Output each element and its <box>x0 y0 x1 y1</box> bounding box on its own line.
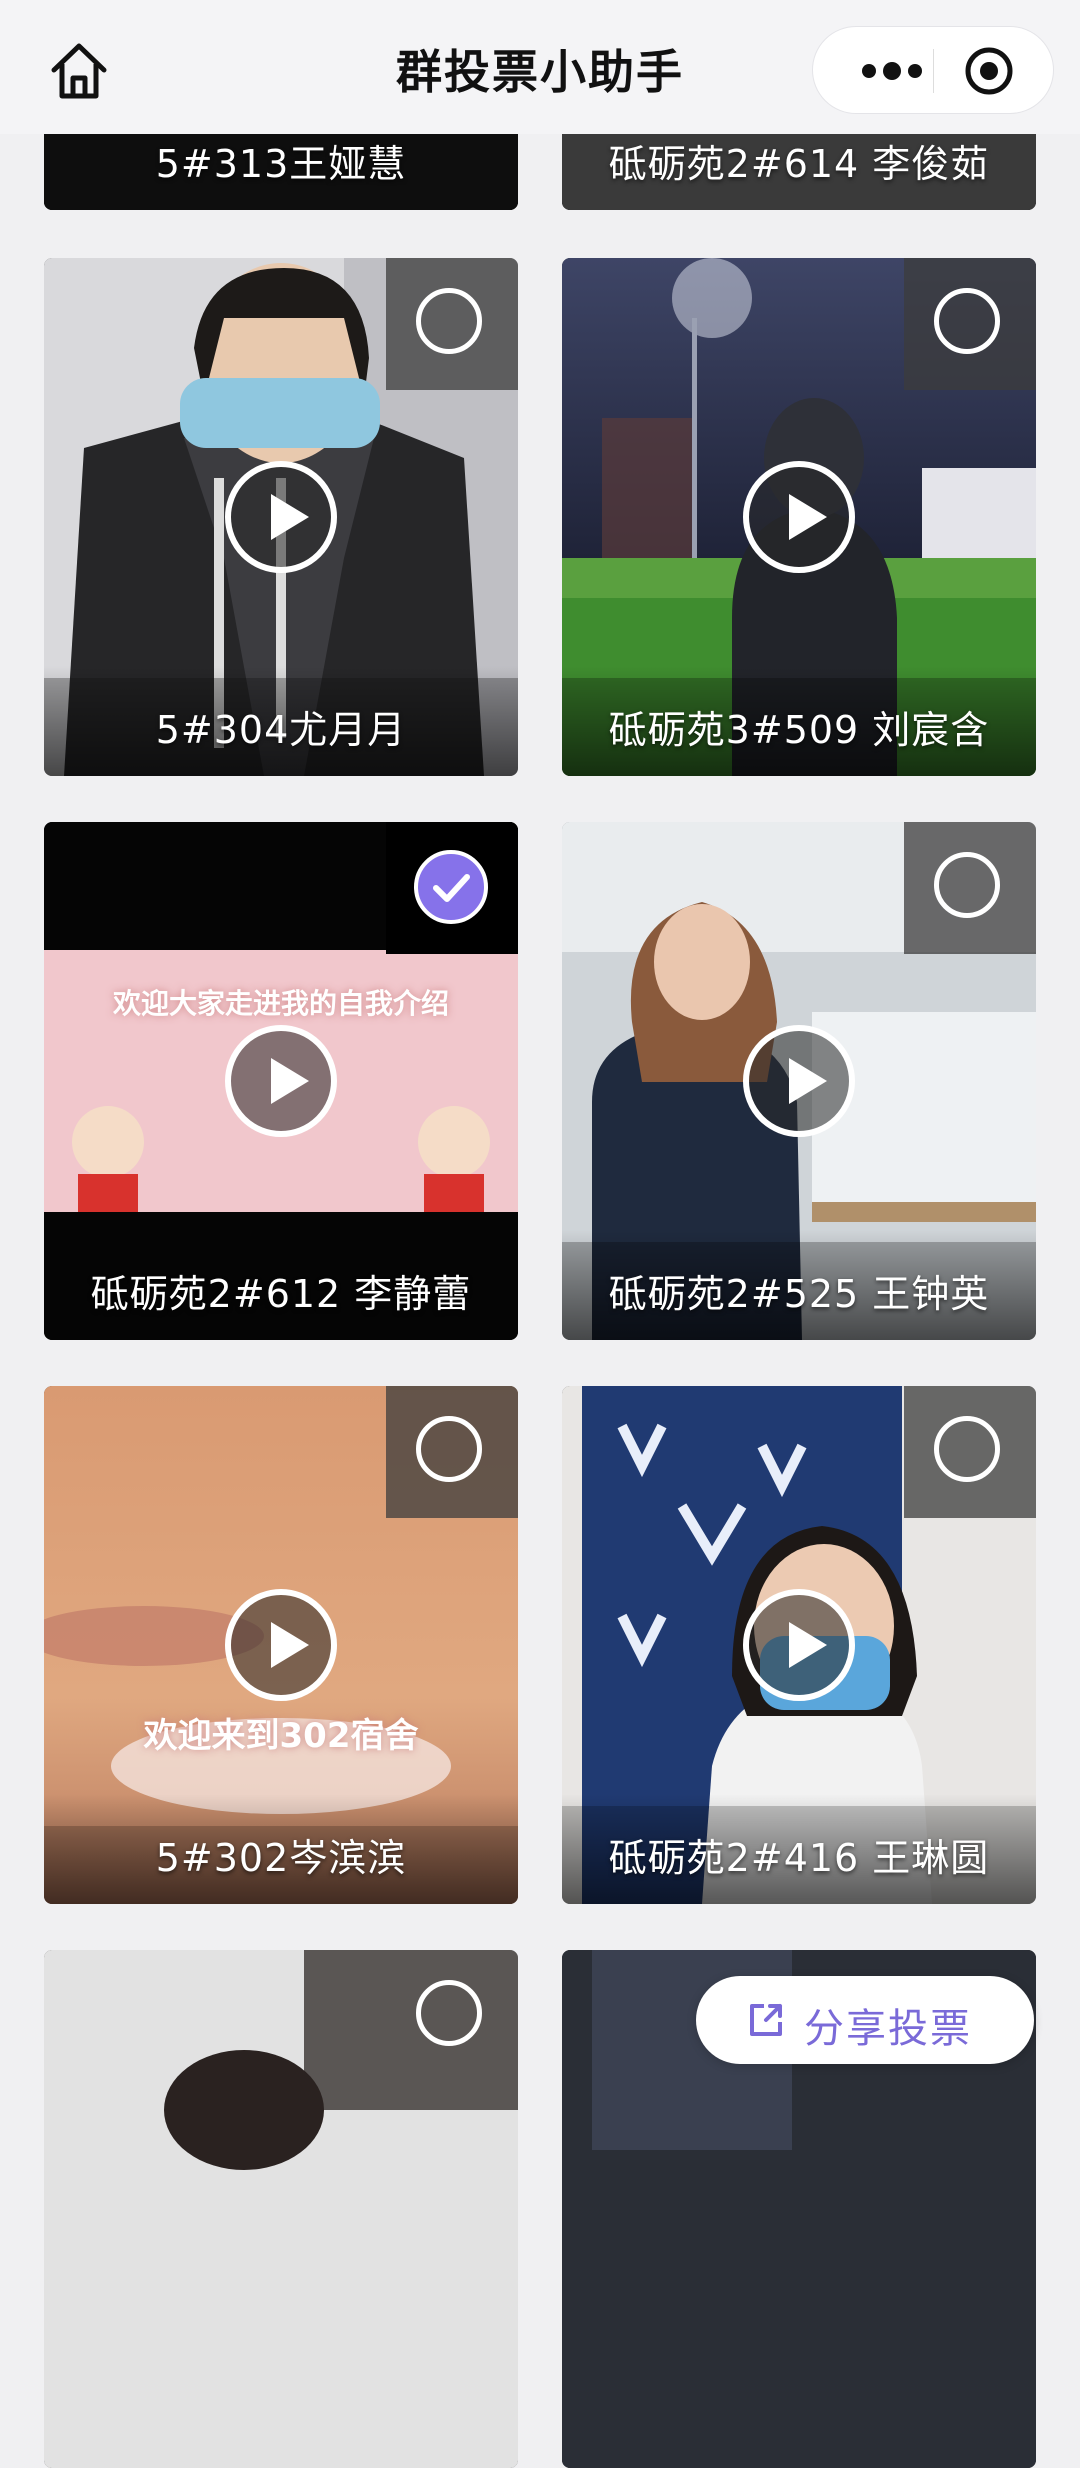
vote-select-toggle[interactable] <box>386 1950 518 2082</box>
candidate-card[interactable]: 欢迎大家走进我的自我介绍 砥砺苑2#612 李静蕾 <box>44 822 518 1340</box>
more-dots-icon[interactable] <box>847 53 937 89</box>
candidate-card[interactable]: 砥砺苑2#525 王钟英 <box>562 822 1036 1340</box>
vote-select-toggle[interactable] <box>386 1386 518 1518</box>
unchecked-circle-icon <box>416 1980 482 2046</box>
checked-icon <box>414 850 488 924</box>
capsule-divider <box>933 49 934 93</box>
play-icon[interactable] <box>225 461 337 573</box>
vote-select-toggle[interactable] <box>386 822 518 954</box>
vote-select-toggle[interactable] <box>386 258 518 390</box>
vote-select-toggle[interactable] <box>904 258 1036 390</box>
video-overlay-text: 欢迎来到302宿舍 <box>143 1716 419 1756</box>
unchecked-circle-icon <box>934 1416 1000 1482</box>
candidate-label: 砥砺苑2#612 李静蕾 <box>90 1272 472 1316</box>
candidate-card[interactable]: 砥砺苑3#509 刘宸含 <box>562 258 1036 776</box>
vote-select-toggle[interactable] <box>904 1386 1036 1518</box>
candidate-card[interactable]: 5#304尤月月 <box>44 258 518 776</box>
candidate-card[interactable] <box>44 1950 518 2468</box>
unchecked-circle-icon <box>416 288 482 354</box>
candidate-label: 5#313王娅慧 <box>155 142 407 186</box>
play-icon[interactable] <box>743 1589 855 1701</box>
play-icon[interactable] <box>743 461 855 573</box>
candidate-label: 5#304尤月月 <box>155 708 407 752</box>
vote-select-toggle[interactable] <box>904 822 1036 954</box>
play-icon[interactable] <box>225 1025 337 1137</box>
candidate-grid: 5#313王娅慧 砥砺苑2#614 李俊茹 5#304尤月月 砥砺苑3#509 … <box>0 0 1080 2468</box>
video-overlay-text: 欢迎大家走进我的自我介绍 <box>112 987 449 1020</box>
unchecked-circle-icon <box>934 288 1000 354</box>
unchecked-circle-icon <box>416 1416 482 1482</box>
play-icon[interactable] <box>225 1589 337 1701</box>
share-external-icon <box>744 1998 788 2042</box>
share-vote-button[interactable]: 分享投票 <box>696 1976 1034 2064</box>
share-vote-label: 分享投票 <box>804 2006 972 2052</box>
candidate-label: 5#302岑滨滨 <box>155 1836 407 1880</box>
play-icon[interactable] <box>743 1025 855 1137</box>
top-nav-bar: 群投票小助手 <box>0 0 1080 134</box>
candidate-label: 砥砺苑2#416 王琳圆 <box>608 1836 990 1880</box>
mini-program-capsule <box>812 26 1054 114</box>
candidate-label: 砥砺苑2#614 李俊茹 <box>608 142 990 186</box>
unchecked-circle-icon <box>934 852 1000 918</box>
target-circle-icon[interactable] <box>963 45 1015 97</box>
candidate-label: 砥砺苑2#525 王钟英 <box>608 1272 990 1316</box>
candidate-label: 砥砺苑3#509 刘宸含 <box>608 708 990 752</box>
candidate-card[interactable]: 砥砺苑2#416 王琳圆 <box>562 1386 1036 1904</box>
candidate-card[interactable]: 欢迎来到302宿舍 5#302岑滨滨 <box>44 1386 518 1904</box>
